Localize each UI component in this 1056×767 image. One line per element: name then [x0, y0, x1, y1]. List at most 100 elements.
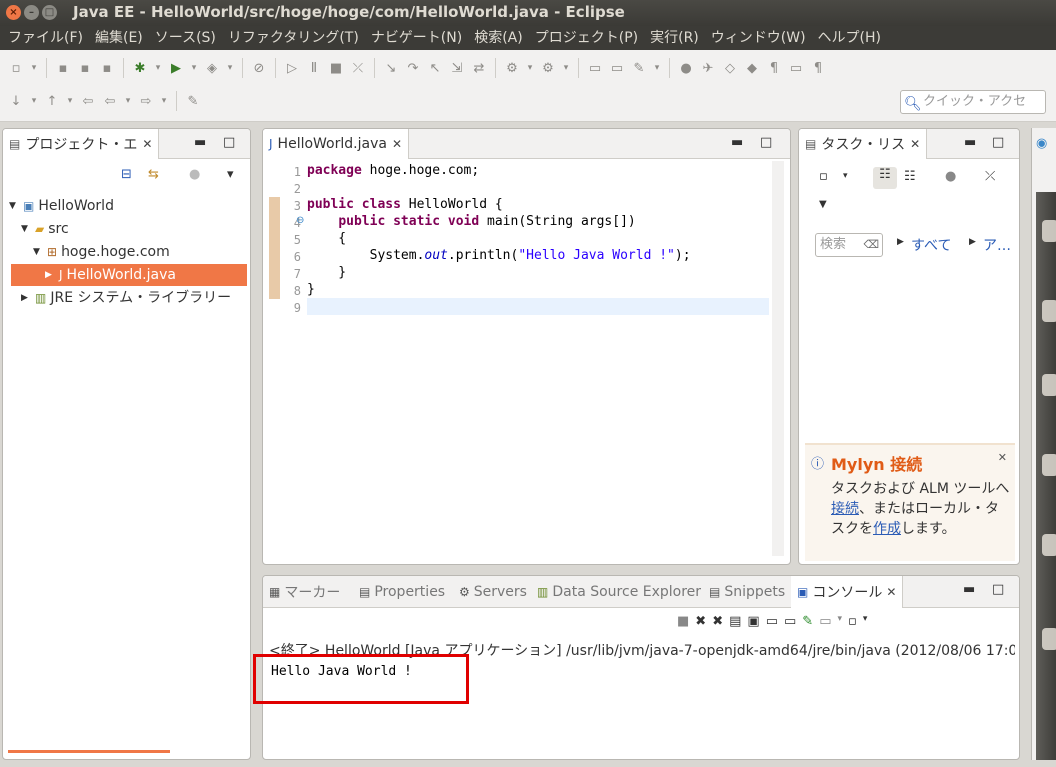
expand-toggle-icon[interactable]: ▼	[33, 241, 43, 263]
tab-task-list[interactable]: ▤ タスク・リス ✕	[799, 129, 928, 159]
minimize-icon[interactable]: ▬	[731, 135, 743, 150]
code-line-1[interactable]: package hoge.hoge.com;	[307, 163, 479, 178]
tab-snippets[interactable]: ▤ Snippets	[709, 576, 785, 608]
menu-help[interactable]: ヘルプ(H)	[812, 26, 887, 50]
maximize-icon[interactable]: □	[760, 135, 772, 150]
back-dropdown-icon[interactable]: ▾	[122, 90, 134, 112]
show-whitespace-icon[interactable]: ¶	[764, 57, 784, 79]
window-close-button[interactable]: ×	[6, 5, 21, 20]
search-tool-dropdown-icon[interactable]: ▾	[651, 57, 663, 79]
debug-icon[interactable]: ✱	[130, 57, 150, 79]
connect-link[interactable]: 接続	[831, 501, 859, 517]
launcher-browser-icon[interactable]	[1042, 374, 1056, 396]
expand-toggle-icon[interactable]: ▶	[21, 287, 31, 309]
launcher-settings-icon[interactable]	[1042, 628, 1056, 650]
previous-annotation-dropdown-icon[interactable]: ▾	[64, 90, 76, 112]
drop-to-frame-icon[interactable]: ⇲	[447, 57, 467, 79]
view-menu-icon[interactable]: ▼	[819, 199, 827, 210]
launcher-app-icon[interactable]	[1042, 454, 1056, 476]
menu-navigate[interactable]: ナビゲート(N)	[365, 26, 468, 50]
code-line-3[interactable]: public class HelloWorld {	[307, 197, 503, 212]
code-line-5[interactable]: {	[307, 231, 346, 246]
menu-project[interactable]: プロジェクト(P)	[529, 26, 644, 50]
expand-toggle-icon[interactable]: ▶	[45, 264, 55, 286]
launcher-search-icon[interactable]	[1042, 220, 1056, 242]
close-icon[interactable]: ✕	[998, 451, 1007, 464]
step-return-icon[interactable]: ↖	[425, 57, 445, 79]
menu-edit[interactable]: 編集(E)	[89, 26, 149, 50]
pilcrow-icon[interactable]: ¶	[808, 57, 828, 79]
window-minimize-button[interactable]: –	[24, 5, 39, 20]
suspend-icon[interactable]: Ⅱ	[304, 57, 324, 79]
tree-item-jre[interactable]: ▶ ▥ JRE システム・ライブラリー	[21, 287, 231, 309]
activate-task-link[interactable]: ア…	[983, 235, 1011, 255]
minimize-icon[interactable]: ▬	[963, 582, 975, 597]
debug-dropdown-icon[interactable]: ▾	[152, 57, 164, 79]
new-dropdown-icon[interactable]: ▾	[28, 57, 40, 79]
new-icon[interactable]: ▫	[6, 57, 26, 79]
external-tools-icon[interactable]: ◈	[202, 57, 222, 79]
window-maximize-button[interactable]: □	[42, 5, 57, 20]
perspective-icon[interactable]: ◉	[1036, 136, 1047, 151]
remove-all-terminated-icon[interactable]: ✖	[712, 614, 723, 629]
new-server-icon[interactable]: ⚙	[502, 57, 522, 79]
pin-editor-icon[interactable]: ✎	[183, 90, 203, 112]
save-all-icon[interactable]: ▪	[75, 57, 95, 79]
open-task-icon[interactable]: ▭	[607, 57, 627, 79]
forward-dropdown-icon[interactable]: ▾	[158, 90, 170, 112]
tree-item-helloworld-java[interactable]: ▶ J HelloWorld.java	[11, 264, 247, 286]
step-into-icon[interactable]: ↘	[381, 57, 401, 79]
last-edit-location-icon[interactable]: ⇦	[78, 90, 98, 112]
expand-toggle-icon[interactable]: ▼	[21, 218, 31, 240]
step-over-icon[interactable]: ↷	[403, 57, 423, 79]
toggle-mark-icon[interactable]: ◇	[720, 57, 740, 79]
tab-markers[interactable]: ▦ マーカー	[269, 576, 340, 608]
publish-icon[interactable]: ⚙	[538, 57, 558, 79]
tab-project-explorer[interactable]: ▤ プロジェクト・エ ✕	[3, 129, 160, 159]
pin-icon[interactable]: ✈	[698, 57, 718, 79]
print-icon[interactable]: ▪	[97, 57, 117, 79]
open-console-icon[interactable]: ▫	[848, 614, 857, 629]
code-line-6[interactable]: System.out.println("Hello Java World !")…	[307, 248, 691, 263]
fold-toggle-icon[interactable]: ⊖	[296, 215, 304, 226]
tab-properties[interactable]: ▤ Properties	[359, 576, 445, 608]
expand-toggle-icon[interactable]: ▼	[9, 195, 19, 217]
create-link[interactable]: 作成	[873, 521, 901, 537]
search-tool-icon[interactable]: ✎	[629, 57, 649, 79]
launcher-app-icon[interactable]	[1042, 534, 1056, 556]
code-line-8[interactable]: }	[307, 282, 315, 297]
editor-scrollbar[interactable]	[772, 161, 784, 556]
close-icon[interactable]: ✕	[142, 137, 152, 151]
pin-console-icon[interactable]: ✎	[802, 614, 813, 629]
focus-workweek-icon[interactable]: ●	[945, 169, 956, 184]
show-on-error-icon[interactable]: ▭	[784, 614, 796, 629]
display-console-dropdown-icon[interactable]: ▾	[838, 614, 843, 629]
new-server-dropdown-icon[interactable]: ▾	[524, 57, 536, 79]
close-icon[interactable]: ✕	[910, 137, 920, 151]
skip-breakpoints-icon[interactable]: ⊘	[249, 57, 269, 79]
open-type-icon[interactable]: ▭	[585, 57, 605, 79]
editor-toggle-icon[interactable]: ▭	[786, 57, 806, 79]
minimize-icon[interactable]: ▬	[964, 135, 976, 150]
link-with-editor-icon[interactable]: ⇆	[148, 167, 159, 182]
code-line-7[interactable]: }	[307, 265, 346, 280]
forward-icon[interactable]: ⇨	[136, 90, 156, 112]
toggle-block-icon[interactable]: ◆	[742, 57, 762, 79]
disconnect-icon[interactable]: ⤫	[348, 57, 368, 79]
tree-item-package[interactable]: ▼ ⊞ hoge.hoge.com	[33, 241, 170, 263]
launcher-files-icon[interactable]	[1042, 300, 1056, 322]
collapse-all-icon[interactable]: ⊟	[121, 167, 132, 182]
use-step-filters-icon[interactable]: ⇄	[469, 57, 489, 79]
display-console-icon[interactable]: ▭	[819, 614, 831, 629]
tab-servers[interactable]: ⚙ Servers	[459, 576, 527, 608]
close-icon[interactable]: ✕	[392, 137, 402, 151]
focus-task-icon[interactable]: ●	[189, 167, 200, 182]
show-on-output-icon[interactable]: ▭	[766, 614, 778, 629]
maximize-icon[interactable]: □	[992, 135, 1004, 150]
menu-window[interactable]: ウィンドウ(W)	[705, 26, 812, 50]
hide-completed-icon[interactable]: ⤫	[985, 169, 995, 184]
quick-access-input[interactable]: 🔍︎ クイック・アクセ	[900, 90, 1046, 114]
save-icon[interactable]: ▪	[53, 57, 73, 79]
scroll-lock-icon[interactable]: ▣	[747, 614, 759, 629]
tab-helloworld-java[interactable]: J HelloWorld.java ✕	[263, 129, 409, 159]
